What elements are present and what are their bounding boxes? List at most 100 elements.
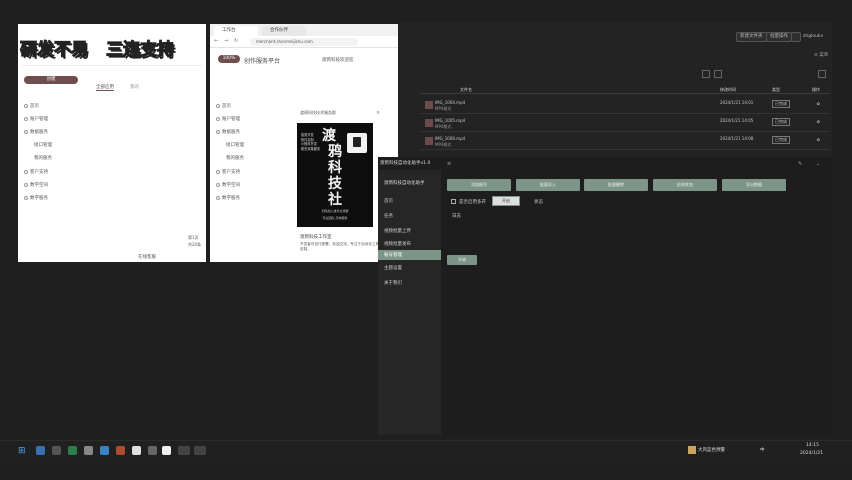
start-button[interactable]: 开始: [447, 255, 477, 265]
zoom-badge: 100%: [218, 55, 240, 63]
weather-text[interactable]: 大风蓝色预警: [698, 447, 725, 453]
sidebar-item-space[interactable]: 数字空间: [24, 182, 48, 188]
admin-topbar: 新建文件夹 批量操作 zhgloukv: [398, 32, 832, 44]
sidebar-item-api[interactable]: 接口管理: [34, 142, 52, 148]
batch-delete-button[interactable]: 批量删除: [584, 179, 648, 191]
support-icon: [24, 169, 28, 174]
batch-button[interactable]: 批量操作: [766, 32, 792, 42]
multi-open-select[interactable]: 开启: [492, 196, 520, 206]
app-icon[interactable]: [148, 446, 157, 455]
sidebar-item-tasks[interactable]: 任务: [384, 213, 393, 219]
sidebar-item-space[interactable]: 数字空间: [216, 182, 240, 188]
clock-date[interactable]: 2024/1/21: [800, 451, 823, 456]
create-button[interactable]: 创建: [24, 76, 78, 84]
app-icon[interactable]: [116, 446, 125, 455]
table-row[interactable]: IMG_1004.mp4 MP4格式 2024/1/21 14:01 已完成 ✿: [420, 98, 830, 114]
app-sidebar: [378, 170, 441, 435]
space-icon: [24, 182, 28, 187]
menu-icon[interactable]: ≡: [447, 161, 451, 167]
sidebar-item-data[interactable]: 数据服务: [216, 129, 240, 135]
table-row[interactable]: IMG_1005.mp4 MP4格式 2024/1/21 14:05 已完成 ✿: [420, 116, 830, 132]
address-bar: ← → ↻ merchant.shenmeijishu.com: [210, 36, 398, 48]
sidebar-item-about[interactable]: 关于我们: [384, 280, 402, 286]
url-field[interactable]: merchant.shenmeijishu.com: [250, 38, 358, 46]
clock-time[interactable]: 14:15: [806, 443, 819, 448]
close-icon[interactable]: ×: [376, 110, 380, 116]
multi-open-checkbox[interactable]: [451, 199, 456, 204]
app-icon[interactable]: [84, 446, 93, 455]
digital-icon: [216, 195, 220, 200]
tab-all-apps[interactable]: 全部应用: [96, 84, 114, 91]
new-folder-button[interactable]: 新建文件夹: [736, 32, 767, 42]
grid-view-icon[interactable]: [702, 70, 710, 78]
sidebar-item-data[interactable]: 数据服务: [24, 129, 48, 135]
sidebar-item-digital[interactable]: 数字服务: [216, 195, 240, 201]
online-support-link[interactable]: 在线客服: [138, 254, 156, 260]
data-icon: [216, 129, 220, 134]
space-icon: [216, 182, 220, 187]
sidebar-item-account[interactable]: 账户管理: [216, 116, 240, 122]
app-title: 渡鸦科技自动化助手v1.0: [380, 161, 431, 166]
sidebar-item-home[interactable]: 首页: [216, 103, 231, 109]
more-icon[interactable]: ✿: [817, 119, 820, 124]
list-view-icon[interactable]: [714, 70, 722, 78]
tab-workbench[interactable]: 工作台: [214, 26, 258, 36]
file-time: 2024/1/21 14:01: [720, 100, 754, 105]
app-icon[interactable]: [178, 446, 190, 455]
sidebar-item-publish[interactable]: 视频批量发布: [384, 241, 411, 247]
tab-mine[interactable]: 我的: [130, 84, 139, 90]
table-row[interactable]: IMG_1006.mp4 MP4格式 2024/1/21 14:08 已完成 ✿: [420, 134, 830, 150]
header-name: 文件名: [460, 87, 472, 92]
weather-icon[interactable]: [688, 446, 696, 454]
input-language[interactable]: 中: [760, 447, 765, 453]
more-icon[interactable]: ✿: [817, 137, 820, 142]
sidebar-item-theme[interactable]: 主题设置: [384, 265, 402, 271]
search-icon[interactable]: [36, 446, 45, 455]
forward-icon[interactable]: →: [224, 38, 228, 44]
edge-icon[interactable]: [100, 446, 109, 455]
tab-partner[interactable]: 合作伙伴: [262, 26, 306, 36]
batch-import-button[interactable]: 批量导入: [516, 179, 580, 191]
file-name: IMG_1005.mp4: [435, 118, 466, 123]
app-icon[interactable]: [194, 446, 206, 455]
sidebar-item-home[interactable]: 首页: [24, 103, 39, 109]
tab-strip: 工作台 合作伙伴: [210, 24, 398, 36]
settings-button[interactable]: [791, 32, 801, 42]
reload-icon[interactable]: ↻: [234, 38, 238, 44]
status-badge: 已完成: [772, 100, 790, 108]
sidebar-item-upload[interactable]: 视频批量上传: [384, 228, 411, 234]
sort-icon[interactable]: [818, 70, 826, 78]
chrome-icon[interactable]: [132, 446, 141, 455]
sidebar-item-account[interactable]: 账户管理: [24, 116, 48, 122]
sidebar-item-home[interactable]: 首页: [384, 198, 393, 204]
sidebar-item-api[interactable]: 接口管理: [226, 142, 244, 148]
data-icon: [24, 129, 28, 134]
sidebar-item-services[interactable]: 我的服务: [226, 155, 244, 161]
app-icon[interactable]: [162, 446, 171, 455]
sidebar-item-services[interactable]: 我的服务: [34, 155, 52, 161]
banner-text-green: 三连支持: [106, 40, 175, 61]
file-sub: MP4格式: [435, 142, 452, 147]
sidebar-item-accounts-active[interactable]: 账号管理: [378, 250, 441, 260]
sidebar-item-support[interactable]: 客户支持: [24, 169, 48, 175]
username[interactable]: zhgloukv: [803, 34, 823, 39]
file-time: 2024/1/21 14:05: [720, 118, 754, 123]
total-count: 共20条: [188, 242, 202, 247]
add-account-button[interactable]: 添加账号: [447, 179, 511, 191]
menu-icon[interactable]: ≡ 菜单: [814, 52, 828, 58]
check-status-button[interactable]: 检测状态: [653, 179, 717, 191]
video-thumbnail: [425, 119, 433, 127]
more-icon[interactable]: ✿: [817, 101, 820, 106]
header-time: 修改时间: [720, 87, 736, 92]
sidebar-item-support[interactable]: 客户支持: [216, 169, 240, 175]
sidebar-item-digital[interactable]: 数字服务: [24, 195, 48, 201]
chevron-down-icon[interactable]: ⌄: [816, 161, 820, 167]
back-icon[interactable]: ←: [214, 38, 218, 44]
task-view-icon[interactable]: [52, 446, 61, 455]
user-icon: [216, 116, 220, 121]
windows-start-icon[interactable]: ⊞: [18, 446, 26, 456]
pen-icon[interactable]: ✎: [798, 161, 802, 167]
export-data-button[interactable]: 导出数据: [722, 179, 786, 191]
file-name: IMG_1006.mp4: [435, 136, 466, 141]
app-icon[interactable]: [68, 446, 77, 455]
